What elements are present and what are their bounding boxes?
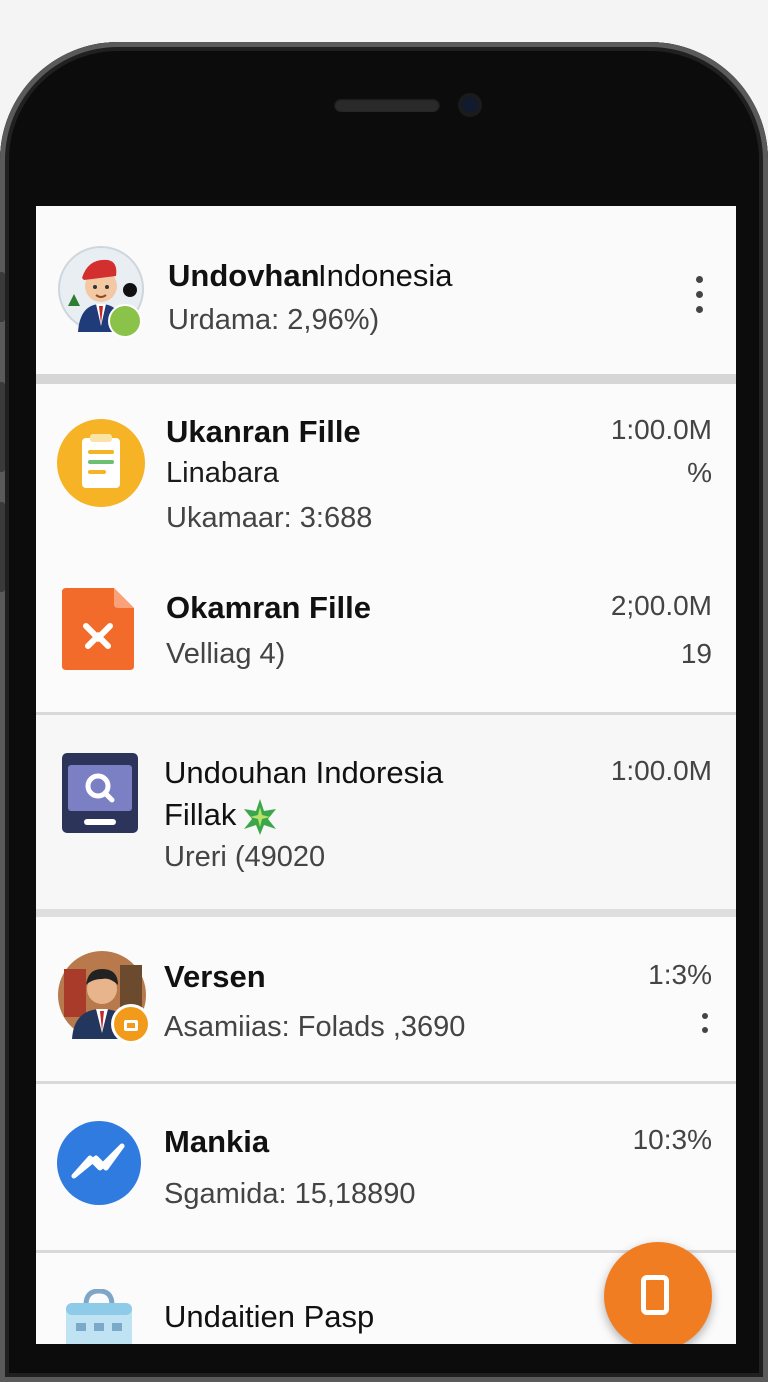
item-more-icon[interactable] (702, 1013, 710, 1041)
monitor-search-icon (62, 751, 138, 835)
phone-screen: Undovhan Indonesia Urdama: 2,96%) Ukanra… (36, 206, 736, 1344)
header-title-bold: Undovhan (168, 258, 320, 293)
item-size: 2;00.0M (610, 590, 712, 621)
list-item[interactable]: Versen Asamiias: Folads ,3690 1:3% (36, 917, 736, 1081)
item-title: Okamran Fille (166, 590, 372, 625)
header-subtitle: Urdama: 2,96%) (168, 304, 380, 336)
volume-up-button (0, 382, 5, 472)
item-line-2: Asamiias: Folads ,3690 (164, 1011, 466, 1043)
section-divider (36, 909, 736, 917)
item-meta: 19 (680, 638, 712, 669)
list-item[interactable]: Undouhan Indoresia Fillak Ureri (49020 1… (36, 715, 736, 909)
profile-avatar[interactable] (58, 246, 144, 336)
item-line-3: Ukamaar: 3:688 (166, 502, 373, 534)
item-line-3: Ureri (49020 (164, 841, 326, 873)
lock-badge-icon (114, 1007, 148, 1041)
item-title: Versen (164, 959, 266, 994)
item-size: 1:00.0M (610, 755, 712, 786)
phone-icon (641, 1275, 669, 1315)
avatar[interactable] (58, 951, 148, 1041)
header-more-icon[interactable] (696, 276, 704, 321)
item-line-2: Velliag 4) (166, 638, 286, 670)
item-line-2: Fillak (164, 797, 237, 832)
calendar-bag-icon (64, 1288, 134, 1344)
list-item[interactable]: Ukanran Fille Linabara Ukamaar: 3:688 1:… (36, 384, 736, 714)
messenger-icon (56, 1120, 142, 1206)
item-progress: 10:3% (632, 1124, 712, 1155)
item-line-2: Linabara (166, 457, 279, 489)
sparkle-icon (244, 799, 276, 835)
fab-button[interactable] (604, 1242, 712, 1344)
document-icon (56, 418, 146, 508)
status-badge (110, 306, 140, 336)
side-button (0, 272, 5, 322)
item-title: Mankia (164, 1124, 270, 1159)
item-size: 1:00.0M (610, 414, 712, 445)
item-line-2: Sgamida: 15,18890 (164, 1178, 416, 1210)
item-title: Ukanran Fille (166, 414, 361, 449)
item-title: Undouhan Indoresia (164, 755, 444, 790)
front-camera (458, 93, 482, 117)
list-item[interactable]: Mankia Sgamida: 15,18890 10:3% (36, 1084, 736, 1250)
volume-down-button (0, 502, 5, 592)
item-progress: 1:3% (648, 959, 712, 990)
file-icon (62, 588, 136, 670)
earpiece-speaker (334, 98, 440, 112)
header-title-regular: Indonesia (318, 258, 453, 293)
header-card[interactable]: Undovhan Indonesia Urdama: 2,96%) (36, 206, 736, 374)
item-meta: % (687, 457, 712, 488)
item-title: Undaitien Pasp (164, 1299, 375, 1334)
section-divider (36, 374, 736, 384)
